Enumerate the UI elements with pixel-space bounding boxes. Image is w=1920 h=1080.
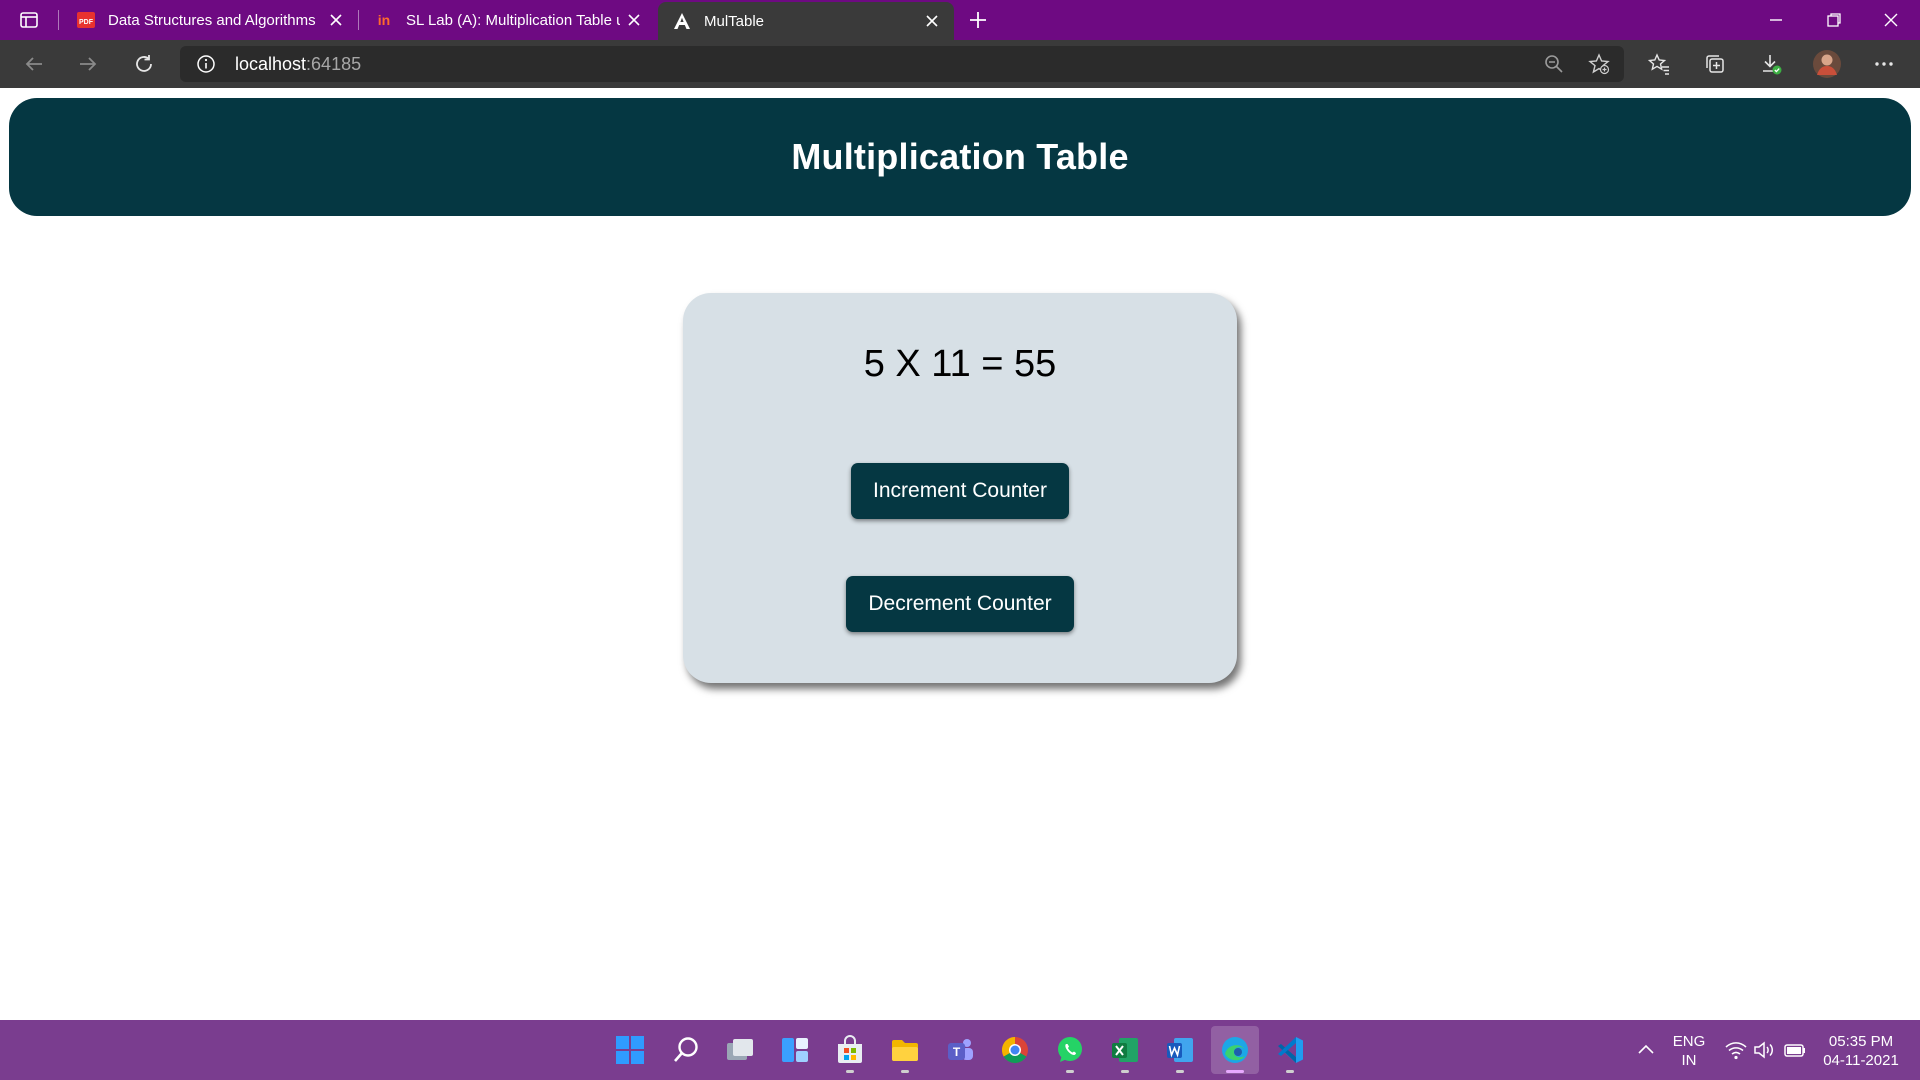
address-bar[interactable]: localhost:64185	[180, 46, 1624, 82]
site-info-icon[interactable]	[196, 54, 216, 74]
tab-actions-icon[interactable]	[18, 9, 40, 31]
show-hidden-icons-icon[interactable]	[1636, 1040, 1656, 1060]
clock[interactable]: 05:35 PM 04-11-2021	[1816, 1032, 1906, 1070]
language-code: ENG	[1672, 1033, 1706, 1050]
running-indicator	[901, 1070, 909, 1073]
tab-sl-lab[interactable]: in SL Lab (A): Multiplication Table u	[360, 0, 656, 40]
running-indicator	[1286, 1070, 1294, 1073]
page-title: Multiplication Table	[791, 136, 1129, 177]
page-header: Multiplication Table	[9, 98, 1911, 216]
whatsapp-icon[interactable]	[1052, 1032, 1088, 1068]
svg-text:PDF: PDF	[79, 19, 94, 26]
teams-icon[interactable]: T	[942, 1032, 978, 1068]
store-icon[interactable]	[832, 1032, 868, 1068]
taskbar: T ENG IN 05:35 PM 04-11-2021	[0, 1020, 1920, 1080]
tab-multable[interactable]: MulTable	[658, 2, 954, 40]
running-indicator	[1121, 1070, 1129, 1073]
url-port: :64185	[306, 54, 362, 74]
url-text: localhost:64185	[235, 54, 361, 75]
wifi-icon[interactable]	[1724, 1038, 1748, 1062]
language-indicator[interactable]: ENG IN	[1664, 1032, 1714, 1070]
running-indicator	[1066, 1070, 1074, 1073]
zoom-icon[interactable]	[1543, 53, 1565, 75]
pdf-icon: PDF	[76, 10, 96, 30]
file-explorer-icon[interactable]	[887, 1032, 923, 1068]
clock-time: 05:35 PM	[1828, 1033, 1894, 1050]
site-icon: in	[374, 10, 394, 30]
start-icon[interactable]	[612, 1032, 648, 1068]
restore-icon[interactable]	[1822, 8, 1846, 32]
back-icon[interactable]	[18, 48, 50, 80]
search-icon[interactable]	[668, 1032, 704, 1068]
active-indicator	[1226, 1070, 1244, 1073]
favorites-icon[interactable]	[1643, 48, 1675, 80]
tab-title: Data Structures and Algorithms	[108, 11, 316, 29]
battery-icon[interactable]	[1783, 1038, 1807, 1062]
tab-title: MulTable	[704, 12, 765, 30]
region-code: IN	[1681, 1052, 1697, 1069]
settings-more-icon[interactable]	[1868, 48, 1900, 80]
task-view-icon[interactable]	[722, 1032, 758, 1068]
close-tab-icon[interactable]	[620, 6, 648, 34]
close-window-icon[interactable]	[1879, 8, 1903, 32]
downloads-icon[interactable]	[1755, 48, 1787, 80]
url-host: localhost	[235, 54, 307, 74]
svg-text:T: T	[953, 1045, 961, 1059]
multiplication-result: 5 X 11 = 55	[863, 343, 1057, 385]
svg-text:in: in	[378, 12, 390, 28]
excel-icon[interactable]	[1107, 1032, 1143, 1068]
tab-data-structures[interactable]: PDF Data Structures and Algorithms	[62, 0, 358, 40]
multiplication-card: 5 X 11 = 55 Increment Counter Decrement …	[683, 293, 1237, 683]
forward-icon[interactable]	[72, 48, 104, 80]
running-indicator	[846, 1070, 854, 1073]
profile-avatar[interactable]	[1811, 48, 1843, 80]
chrome-icon[interactable]	[997, 1032, 1033, 1068]
volume-icon[interactable]	[1752, 1038, 1776, 1062]
browser-toolbar: localhost:64185	[0, 40, 1920, 88]
increment-counter-button[interactable]: Increment Counter	[851, 463, 1069, 519]
new-tab-icon[interactable]	[966, 8, 990, 32]
browser-title-bar: PDF Data Structures and Algorithms in SL…	[0, 0, 1920, 40]
word-icon[interactable]	[1162, 1032, 1198, 1068]
decrement-counter-button[interactable]: Decrement Counter	[846, 576, 1074, 632]
collections-icon[interactable]	[1699, 48, 1731, 80]
edge-icon[interactable]	[1211, 1026, 1259, 1074]
angular-icon	[672, 11, 692, 31]
vscode-icon[interactable]	[1272, 1032, 1308, 1068]
clock-date: 04-11-2021	[1823, 1052, 1899, 1069]
running-indicator	[1176, 1070, 1184, 1073]
close-tab-icon[interactable]	[322, 6, 350, 34]
refresh-icon[interactable]	[128, 48, 160, 80]
minimize-icon[interactable]	[1764, 8, 1788, 32]
widgets-icon[interactable]	[777, 1032, 813, 1068]
add-favorite-icon[interactable]	[1588, 53, 1610, 75]
tab-title: SL Lab (A): Multiplication Table u	[406, 11, 620, 29]
close-tab-icon[interactable]	[918, 7, 946, 35]
